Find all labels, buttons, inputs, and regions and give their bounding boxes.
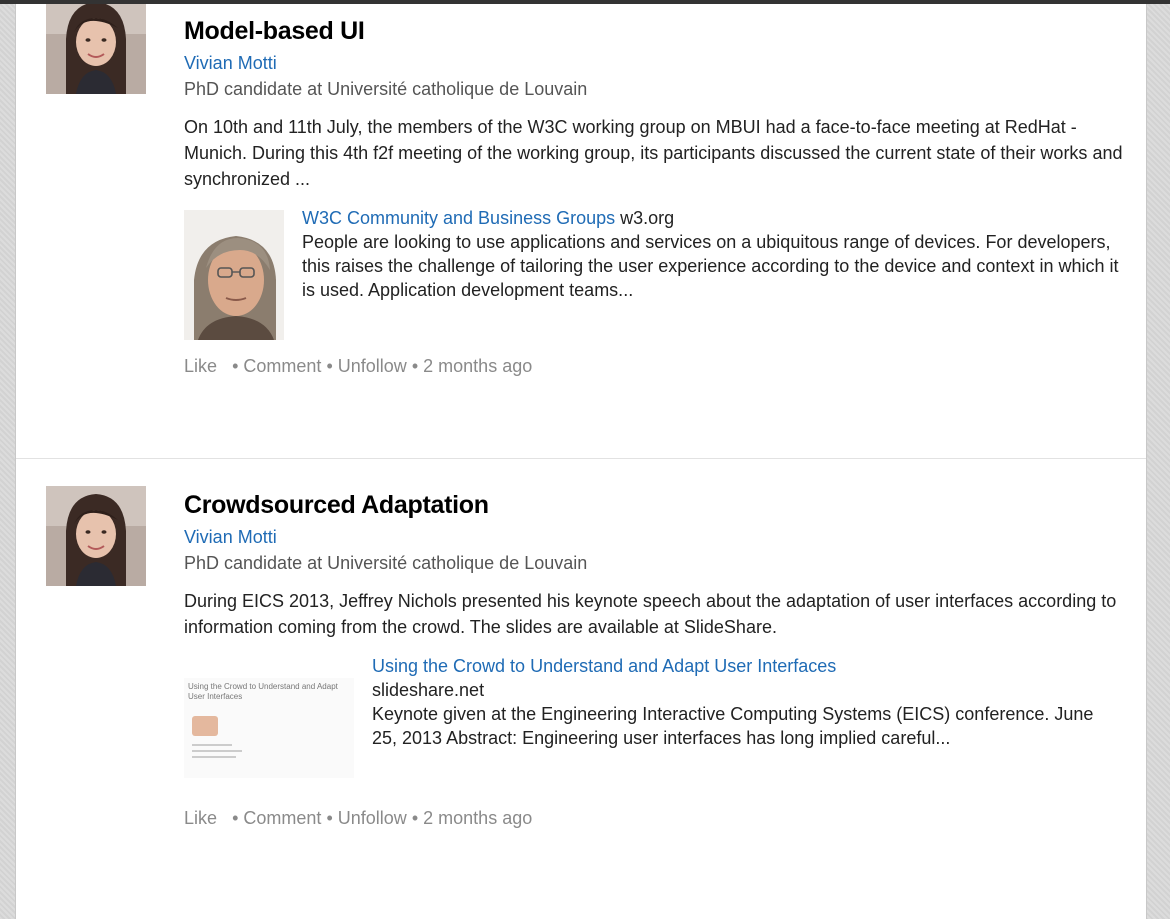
- comment-link[interactable]: Comment: [243, 356, 321, 376]
- action-separator: •: [326, 808, 333, 828]
- author-name-link[interactable]: Vivian Motti: [184, 526, 1124, 548]
- attachment-source: w3.org: [620, 208, 675, 228]
- attachment-thumbnail[interactable]: [184, 210, 284, 340]
- post-body: On 10th and 11th July, the members of th…: [184, 117, 1123, 189]
- post-title[interactable]: Crowdsourced Adaptation: [184, 490, 1124, 520]
- unfollow-link[interactable]: Unfollow: [338, 356, 407, 376]
- author-headline: PhD candidate at Université catholique d…: [184, 553, 588, 573]
- author-avatar[interactable]: [46, 486, 146, 586]
- author-headline: PhD candidate at Université catholique d…: [184, 79, 588, 99]
- unfollow-link[interactable]: Unfollow: [338, 808, 407, 828]
- action-separator: •: [232, 356, 239, 376]
- slide-thumb-line: [192, 750, 242, 752]
- post-timestamp: 2 months ago: [423, 356, 533, 376]
- comment-link[interactable]: Comment: [243, 808, 321, 828]
- slide-thumb-line: [192, 744, 232, 746]
- action-separator: •: [326, 356, 333, 376]
- author-name-link[interactable]: Vivian Motti: [184, 52, 1124, 74]
- attachment-thumbnail[interactable]: Using the Crowd to Understand and Adapt …: [184, 678, 354, 778]
- action-separator: •: [232, 808, 239, 828]
- activity-feed: Model-based UI Vivian Motti PhD candidat…: [15, 4, 1147, 919]
- author-avatar[interactable]: [46, 4, 146, 94]
- link-attachment: W3C Community and Business Groups w3.org…: [184, 206, 1124, 354]
- attachment-title-link[interactable]: Using the Crowd to Understand and Adapt …: [372, 654, 1122, 678]
- slide-thumb-image: [192, 716, 218, 736]
- post-actions: Like • Comment • Unfollow • 2 months ago: [184, 354, 1124, 378]
- like-link[interactable]: Like: [184, 356, 217, 376]
- post-divider: [16, 458, 1146, 459]
- link-attachment: Using the Crowd to Understand and Adapt …: [184, 654, 1124, 806]
- attachment-description: Keynote given at the Engineering Interac…: [372, 704, 1094, 748]
- attachment-description: People are looking to use applications a…: [302, 232, 1119, 300]
- attachment-title-link[interactable]: W3C Community and Business Groups: [302, 208, 615, 228]
- slide-thumb-line: [192, 756, 236, 758]
- like-link[interactable]: Like: [184, 808, 217, 828]
- action-separator: •: [411, 808, 419, 828]
- post-body: During EICS 2013, Jeffrey Nichols presen…: [184, 591, 1117, 637]
- post-timestamp: 2 months ago: [423, 808, 533, 828]
- action-separator: •: [411, 356, 419, 376]
- attachment-source: slideshare.net: [372, 680, 485, 700]
- post-title[interactable]: Model-based UI: [184, 16, 1124, 46]
- post-actions: Like • Comment • Unfollow • 2 months ago: [184, 806, 1124, 830]
- slide-thumb-title: Using the Crowd to Understand and Adapt …: [188, 682, 338, 701]
